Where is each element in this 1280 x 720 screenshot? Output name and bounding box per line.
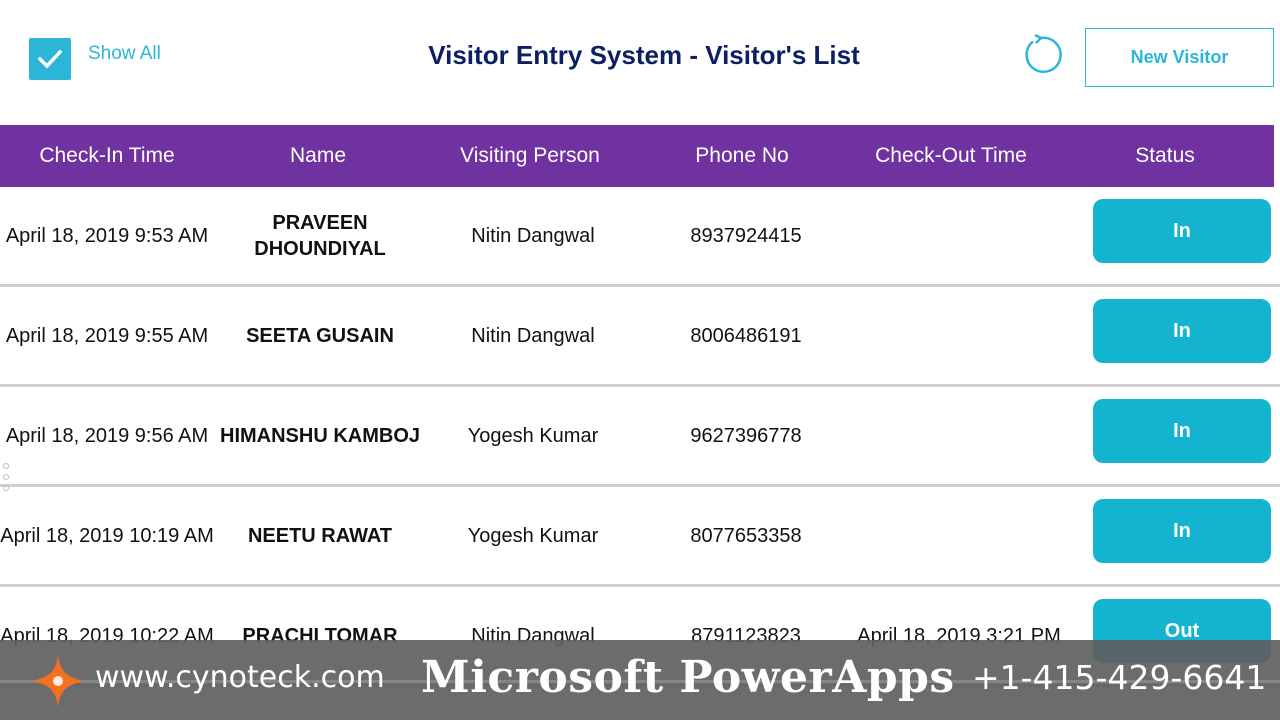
- check-out-time-cell: [852, 487, 1066, 584]
- visitor-name-cell: SEETA GUSAIN: [246, 324, 394, 347]
- table-row[interactable]: April 18, 2019 9:53 AM PRAVEEN DHOUNDIYA…: [0, 187, 1280, 287]
- visiting-person-cell: Nitin Dangwal: [471, 324, 595, 347]
- refresh-button[interactable]: [1019, 33, 1063, 77]
- check-in-time-cell: April 18, 2019 10:19 AM: [0, 524, 214, 547]
- visitor-name-cell: PRAVEEN DHOUNDIYAL: [254, 211, 386, 260]
- top-bar: Show All Visitor Entry System - Visitor'…: [0, 0, 1280, 125]
- column-header-name[interactable]: Name: [214, 125, 422, 187]
- check-out-time-cell: [852, 187, 1066, 284]
- column-header-check-out-time[interactable]: Check-Out Time: [846, 125, 1056, 187]
- drag-dot: [3, 485, 9, 491]
- table-row[interactable]: April 18, 2019 9:55 AM SEETA GUSAIN Niti…: [0, 287, 1280, 387]
- visitor-name-cell: NEETU RAWAT: [247, 524, 393, 547]
- new-visitor-button[interactable]: New Visitor: [1085, 28, 1274, 87]
- drag-dot: [3, 463, 9, 469]
- check-in-time-cell: April 18, 2019 9:55 AM: [5, 324, 209, 347]
- phone-number: +1-415-429-6641: [972, 658, 1267, 697]
- phone-no-cell: 8006486191: [690, 324, 802, 347]
- status-button[interactable]: In: [1093, 499, 1271, 563]
- status-button[interactable]: In: [1093, 199, 1271, 263]
- phone-no-cell: 8077653358: [690, 524, 802, 547]
- phone-no-cell: 8937924415: [690, 224, 802, 247]
- table-row[interactable]: April 18, 2019 9:56 AM HIMANSHU KAMBOJ Y…: [0, 387, 1280, 487]
- refresh-icon: [1025, 33, 1062, 73]
- check-out-time-cell: [852, 387, 1066, 484]
- column-header-check-in-time[interactable]: Check-In Time: [0, 125, 214, 187]
- visitor-list: April 18, 2019 9:53 AM PRAVEEN DHOUNDIYA…: [0, 187, 1280, 687]
- table-header: Check-In Time Name Visiting Person Phone…: [0, 125, 1274, 187]
- check-out-time-cell: [852, 287, 1066, 384]
- check-in-time-cell: April 18, 2019 9:53 AM: [5, 224, 209, 247]
- drag-handle[interactable]: [3, 463, 11, 496]
- visiting-person-cell: Nitin Dangwal: [471, 224, 595, 247]
- column-header-visiting-person[interactable]: Visiting Person: [422, 125, 638, 187]
- column-header-phone-no[interactable]: Phone No: [638, 125, 846, 187]
- visiting-person-cell: Yogesh Kumar: [467, 524, 599, 547]
- table-row[interactable]: April 18, 2019 10:19 AM NEETU RAWAT Yoge…: [0, 487, 1280, 587]
- status-button[interactable]: In: [1093, 399, 1271, 463]
- drag-dot: [3, 474, 9, 480]
- visiting-person-cell: Yogesh Kumar: [467, 424, 599, 447]
- column-header-status[interactable]: Status: [1056, 125, 1274, 187]
- phone-no-cell: 9627396778: [690, 424, 802, 447]
- status-button[interactable]: In: [1093, 299, 1271, 363]
- check-in-time-cell: April 18, 2019 9:56 AM: [5, 424, 209, 447]
- website-text: www.cynoteck.com: [95, 660, 385, 695]
- product-name: Microsoft PowerApps: [421, 652, 955, 703]
- cynoteck-star-logo-icon: [32, 655, 84, 707]
- visitor-name-cell: HIMANSHU KAMBOJ: [220, 424, 420, 447]
